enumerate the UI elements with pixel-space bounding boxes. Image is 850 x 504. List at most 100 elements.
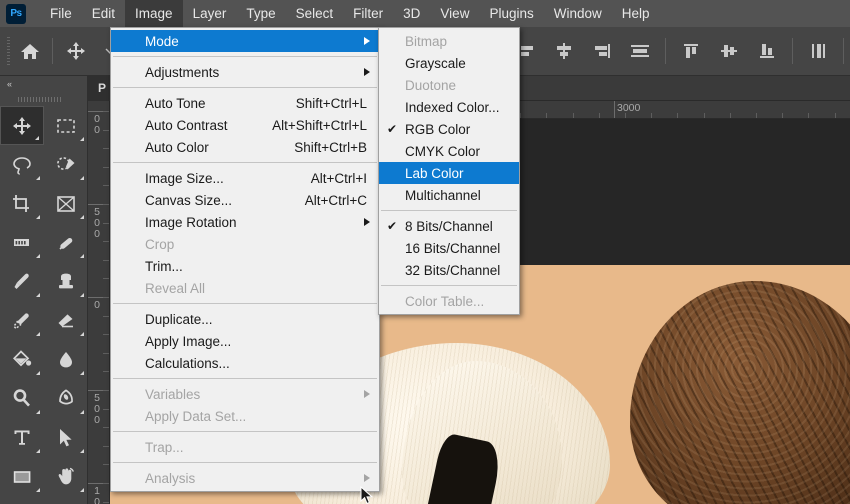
- menubar-item-window[interactable]: Window: [544, 0, 612, 27]
- image-menu-dropdown[interactable]: Mode Adjustments Auto Tone Shift+Ctrl+L Auto…: [110, 27, 380, 492]
- hand-tool[interactable]: [44, 457, 88, 496]
- ruler-minor-tick: [103, 241, 109, 242]
- frame-tool[interactable]: [44, 184, 88, 223]
- move-tool-icon[interactable]: [59, 34, 93, 68]
- mode-menu-item-8-bits-channel[interactable]: ✔ 8 Bits/Channel: [379, 215, 519, 237]
- home-icon[interactable]: [13, 34, 47, 68]
- brush-tool[interactable]: [0, 262, 44, 301]
- image-menu-item-crop: Crop: [111, 233, 379, 255]
- menubar-item-view[interactable]: View: [430, 0, 479, 27]
- ruler-minor-tick: [103, 427, 109, 428]
- distribute-vertical-icon[interactable]: [799, 34, 837, 68]
- mode-menu-item-indexed-color[interactable]: Indexed Color...: [379, 96, 519, 118]
- lasso-tool[interactable]: [0, 145, 44, 184]
- image-menu-item-apply-image[interactable]: Apply Image...: [111, 330, 379, 352]
- align-horizontal-centers-icon[interactable]: [545, 34, 583, 68]
- image-menu-item-auto-tone[interactable]: Auto Tone Shift+Ctrl+L: [111, 92, 379, 114]
- submenu-arrow-icon: [364, 68, 370, 76]
- pen-tool[interactable]: [44, 379, 88, 418]
- tools-panel: «: [0, 76, 88, 504]
- alignment-tools-group: [507, 34, 850, 68]
- menubar-item-select[interactable]: Select: [286, 0, 344, 27]
- rectangle-tool[interactable]: [0, 457, 44, 496]
- image-menu-item-adjustments[interactable]: Adjustments: [111, 61, 379, 83]
- ruler-label: 3000: [617, 102, 641, 114]
- image-menu-item-calculations[interactable]: Calculations...: [111, 352, 379, 374]
- align-bottom-edges-icon[interactable]: [748, 34, 786, 68]
- ruler-minor-tick: [704, 113, 705, 118]
- mode-menu-item-color-table: Color Table...: [379, 290, 519, 312]
- horizontal-type-tool[interactable]: [0, 418, 44, 457]
- eraser-tool[interactable]: [44, 301, 88, 340]
- zoom-tool[interactable]: [0, 496, 44, 504]
- submenu-arrow-icon: [364, 474, 370, 482]
- mode-menu-item-16-bits-channel[interactable]: 16 Bits/Channel: [379, 237, 519, 259]
- mode-menu-item-rgb-color[interactable]: ✔ RGB Color: [379, 118, 519, 140]
- image-menu-item-shortcut: Alt+Shift+Ctrl+L: [272, 117, 367, 133]
- mode-menu-item-lab-color[interactable]: Lab Color: [379, 162, 519, 184]
- mode-menu-item-label: 16 Bits/Channel: [405, 240, 501, 256]
- move-tool[interactable]: [0, 106, 44, 145]
- ruler-minor-tick: [103, 297, 109, 298]
- image-menu-item-image-size[interactable]: Image Size... Alt+Ctrl+I: [111, 167, 379, 189]
- ruler-minor-tick: [103, 185, 109, 186]
- mode-menu-item-multichannel[interactable]: Multichannel: [379, 184, 519, 206]
- align-top-edges-icon[interactable]: [672, 34, 710, 68]
- image-menu-item-label: Auto Tone: [145, 95, 206, 111]
- menubar-item-file[interactable]: File: [40, 0, 82, 27]
- image-menu-separator: [113, 303, 377, 304]
- menubar-item-filter[interactable]: Filter: [343, 0, 393, 27]
- ruler-minor-tick: [103, 148, 109, 149]
- image-menu-item-trim[interactable]: Trim...: [111, 255, 379, 277]
- dodge-tool[interactable]: [0, 379, 44, 418]
- mode-menu-item-cmyk-color[interactable]: CMYK Color: [379, 140, 519, 162]
- history-brush-tool[interactable]: [0, 301, 44, 340]
- menubar-item-3d[interactable]: 3D: [393, 0, 430, 27]
- eyedropper-tool[interactable]: [0, 223, 44, 262]
- options-bar-grip[interactable]: [4, 37, 13, 65]
- collapse-toolbar-button[interactable]: «: [0, 76, 87, 92]
- distribute-horizontal-icon[interactable]: [621, 34, 659, 68]
- image-menu-item-auto-contrast[interactable]: Auto Contrast Alt+Shift+Ctrl+L: [111, 114, 379, 136]
- submenu-arrow-icon: [364, 218, 370, 226]
- mode-menu-item-32-bits-channel[interactable]: 32 Bits/Channel: [379, 259, 519, 281]
- blur-tool[interactable]: [44, 340, 88, 379]
- mode-menu-item-grayscale[interactable]: Grayscale: [379, 52, 519, 74]
- edit-toolbar-tool[interactable]: [44, 496, 88, 504]
- image-menu-item-canvas-size[interactable]: Canvas Size... Alt+Ctrl+C: [111, 189, 379, 211]
- spot-healing-brush-tool[interactable]: [44, 223, 88, 262]
- ruler-minor-tick: [756, 113, 757, 118]
- vertical-ruler: 00 500 0 500 1000: [88, 101, 110, 504]
- image-menu-item-shortcut: Shift+Ctrl+B: [294, 139, 367, 155]
- clone-stamp-tool[interactable]: [44, 262, 88, 301]
- image-menu-item-shortcut: Shift+Ctrl+L: [295, 95, 367, 111]
- image-menu-item-auto-color[interactable]: Auto Color Shift+Ctrl+B: [111, 136, 379, 158]
- image-menu-item-analysis: Analysis: [111, 467, 379, 489]
- image-menu-separator: [113, 56, 377, 57]
- mode-submenu-dropdown[interactable]: Bitmap Grayscale Duotone Indexed Color... ✔ R…: [378, 27, 520, 315]
- image-menu-item-image-rotation[interactable]: Image Rotation: [111, 211, 379, 233]
- path-selection-tool[interactable]: [44, 418, 88, 457]
- align-right-edges-icon[interactable]: [583, 34, 621, 68]
- gradient-tool[interactable]: [0, 340, 44, 379]
- ruler-label: 500: [94, 206, 100, 240]
- image-menu-item-mode[interactable]: Mode: [111, 30, 379, 52]
- menubar-item-edit[interactable]: Edit: [82, 0, 125, 27]
- toolbar-grip[interactable]: [0, 92, 87, 106]
- menubar-item-help[interactable]: Help: [612, 0, 660, 27]
- submenu-arrow-icon: [364, 390, 370, 398]
- image-menu-item-label: Trap...: [145, 439, 184, 455]
- align-vertical-centers-icon[interactable]: [710, 34, 748, 68]
- menubar-item-image[interactable]: Image: [125, 0, 183, 27]
- rectangular-marquee-tool[interactable]: [44, 106, 88, 145]
- image-menu-item-shortcut: Alt+Ctrl+C: [304, 192, 367, 208]
- ruler-label: 00: [94, 113, 100, 136]
- menubar-item-layer[interactable]: Layer: [183, 0, 237, 27]
- ruler-minor-tick: [103, 409, 109, 410]
- image-menu-item-shortcut: Alt+Ctrl+I: [310, 170, 367, 186]
- menubar-item-plugins[interactable]: Plugins: [479, 0, 543, 27]
- image-menu-item-duplicate[interactable]: Duplicate...: [111, 308, 379, 330]
- crop-tool[interactable]: [0, 184, 44, 223]
- menubar-item-type[interactable]: Type: [236, 0, 285, 27]
- object-selection-tool[interactable]: [44, 145, 88, 184]
